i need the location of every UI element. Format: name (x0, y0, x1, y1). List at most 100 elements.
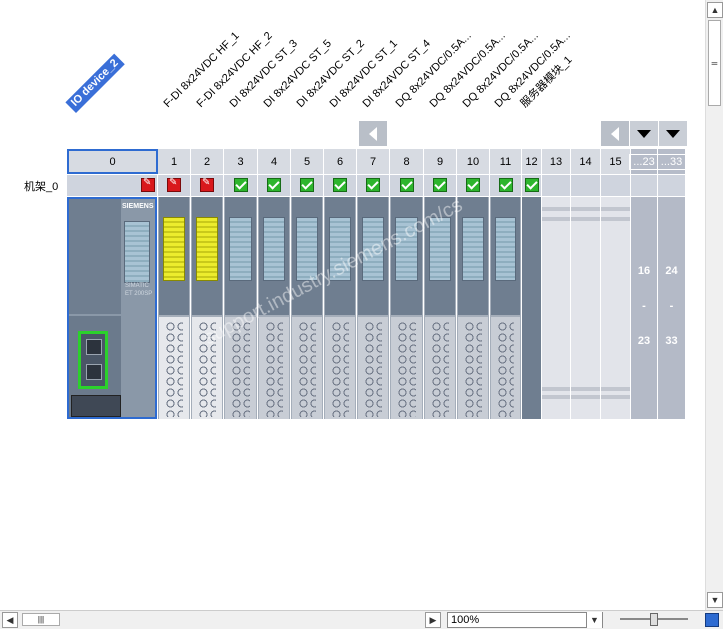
io-module-slot-2[interactable] (191, 197, 224, 419)
slot-range-17[interactable]: 24 - 33 (658, 197, 686, 419)
head-module-panel (69, 199, 121, 314)
expand-rack-button[interactable] (630, 121, 658, 146)
scroll-right-small-button[interactable]: ▶ (425, 612, 441, 628)
slot-number: 1 (170, 155, 178, 168)
status-cell-1[interactable] (158, 175, 191, 196)
status-cell-6[interactable] (324, 175, 357, 196)
terminal-dots (397, 321, 416, 417)
status-cell-16[interactable] (631, 175, 658, 196)
vertical-scroll-thumb[interactable]: ═ (708, 20, 721, 106)
head-module-brand: SIEMENS (122, 203, 154, 210)
slot-band (571, 207, 600, 211)
scroll-left-button-2[interactable] (601, 121, 629, 146)
slot-header-10[interactable]: 10 (457, 149, 490, 174)
io-module-slot-10[interactable] (457, 197, 490, 419)
status-cell-8[interactable] (390, 175, 424, 196)
module-base-unit (425, 317, 455, 419)
status-ok-icon (267, 178, 281, 192)
io-module-slot-1[interactable] (158, 197, 191, 419)
slot-number: ...23 (629, 153, 659, 170)
status-error-icon (141, 177, 155, 192)
module-top (491, 197, 520, 315)
empty-slot-15[interactable] (601, 197, 631, 419)
slot-number: 5 (303, 155, 311, 168)
slot-header-6[interactable]: 6 (324, 149, 357, 174)
slot-header-16[interactable]: ...23 (629, 149, 659, 174)
slot-header-15[interactable]: 15 (601, 149, 631, 174)
zoom-dropdown-icon[interactable]: ▼ (586, 612, 602, 628)
slot-header-12[interactable]: 12 (522, 149, 542, 174)
status-cell-17[interactable] (658, 175, 686, 196)
status-ok-icon (498, 178, 513, 192)
status-cell-15[interactable] (601, 175, 631, 196)
status-ok-icon (399, 178, 414, 192)
slot-header-1[interactable]: 1 (158, 149, 191, 174)
io-module-slot-6[interactable] (324, 197, 357, 419)
status-cell-2[interactable] (191, 175, 224, 196)
server-connector (71, 395, 121, 417)
status-cell-9[interactable] (424, 175, 457, 196)
ethernet-port-frame[interactable] (78, 331, 108, 389)
chevron-left-icon (369, 126, 377, 141)
status-cell-13[interactable] (542, 175, 571, 196)
slot-header-2[interactable]: 2 (191, 149, 224, 174)
status-error-icon (167, 177, 181, 192)
overview-icon[interactable] (705, 613, 719, 627)
slot-header-14[interactable]: 14 (571, 149, 601, 174)
status-cell-14[interactable] (571, 175, 601, 196)
slot-header-3[interactable]: 3 (224, 149, 258, 174)
slot-header-7[interactable]: 7 (357, 149, 390, 174)
scroll-left-button[interactable] (359, 121, 387, 146)
slot-header-0[interactable]: 0 (67, 149, 158, 174)
device-name-label[interactable]: IO device_2 (65, 53, 125, 113)
horizontal-scrollbar[interactable]: ◀ ||| ▶ 100% ▼ (0, 610, 723, 629)
expand-rack-button-2[interactable] (659, 121, 687, 146)
slot-band (571, 387, 600, 391)
status-cell-5[interactable] (291, 175, 324, 196)
scroll-up-button[interactable]: ▲ (707, 2, 723, 18)
status-ok-icon (524, 178, 539, 192)
io-module-slot-11[interactable] (490, 197, 522, 419)
chevron-left-icon (611, 126, 619, 141)
module-terminal-face (196, 217, 218, 281)
horizontal-scroll-thumb[interactable]: ||| (22, 613, 60, 626)
slot-range-from: 16 (637, 265, 651, 277)
status-cell-3[interactable] (224, 175, 258, 196)
head-module[interactable]: SIEMENS SIMATIC ET 200SP (67, 197, 157, 419)
status-cell-4[interactable] (258, 175, 291, 196)
slot-header-9[interactable]: 9 (424, 149, 457, 174)
scroll-left-small-button[interactable]: ◀ (2, 612, 18, 628)
slot-number: 3 (237, 155, 244, 168)
zoom-slider[interactable] (620, 613, 688, 626)
slot-number: 15 (609, 155, 622, 168)
slot-number: 6 (336, 155, 344, 168)
status-cell-10[interactable] (457, 175, 490, 196)
status-ok-icon (366, 178, 380, 192)
slot-header-13[interactable]: 13 (542, 149, 571, 174)
slot-header-8[interactable]: 8 (390, 149, 424, 174)
zoom-slider-thumb[interactable] (650, 613, 658, 626)
status-cell-11[interactable] (490, 175, 522, 196)
slot-header-17[interactable]: ...33 (656, 149, 687, 174)
empty-slot-14[interactable] (571, 197, 601, 419)
slot-header-4[interactable]: 4 (258, 149, 291, 174)
slot-header-5[interactable]: 5 (291, 149, 324, 174)
io-module-slot-5[interactable] (291, 197, 324, 419)
slot-number: 10 (466, 155, 480, 168)
vertical-scrollbar[interactable]: ▲ ═ ▼ (705, 0, 723, 610)
status-cell-0[interactable] (67, 175, 158, 196)
module-terminal-face (263, 217, 285, 281)
server-module[interactable] (522, 197, 542, 419)
slot-header-11[interactable]: 11 (490, 149, 522, 174)
module-base-unit (358, 317, 388, 419)
status-cell-7[interactable] (357, 175, 390, 196)
status-cell-12[interactable] (522, 175, 542, 196)
slot-number: 8 (403, 155, 410, 168)
scroll-down-button[interactable]: ▼ (707, 592, 723, 608)
slot-range-from: 24 (665, 265, 678, 277)
empty-slot-13[interactable] (542, 197, 571, 419)
slot-band (542, 207, 570, 211)
rack-label: 机架_0 (24, 181, 59, 193)
zoom-select[interactable]: 100% ▼ (447, 612, 603, 628)
slot-range-16[interactable]: 16 - 23 (631, 197, 658, 419)
